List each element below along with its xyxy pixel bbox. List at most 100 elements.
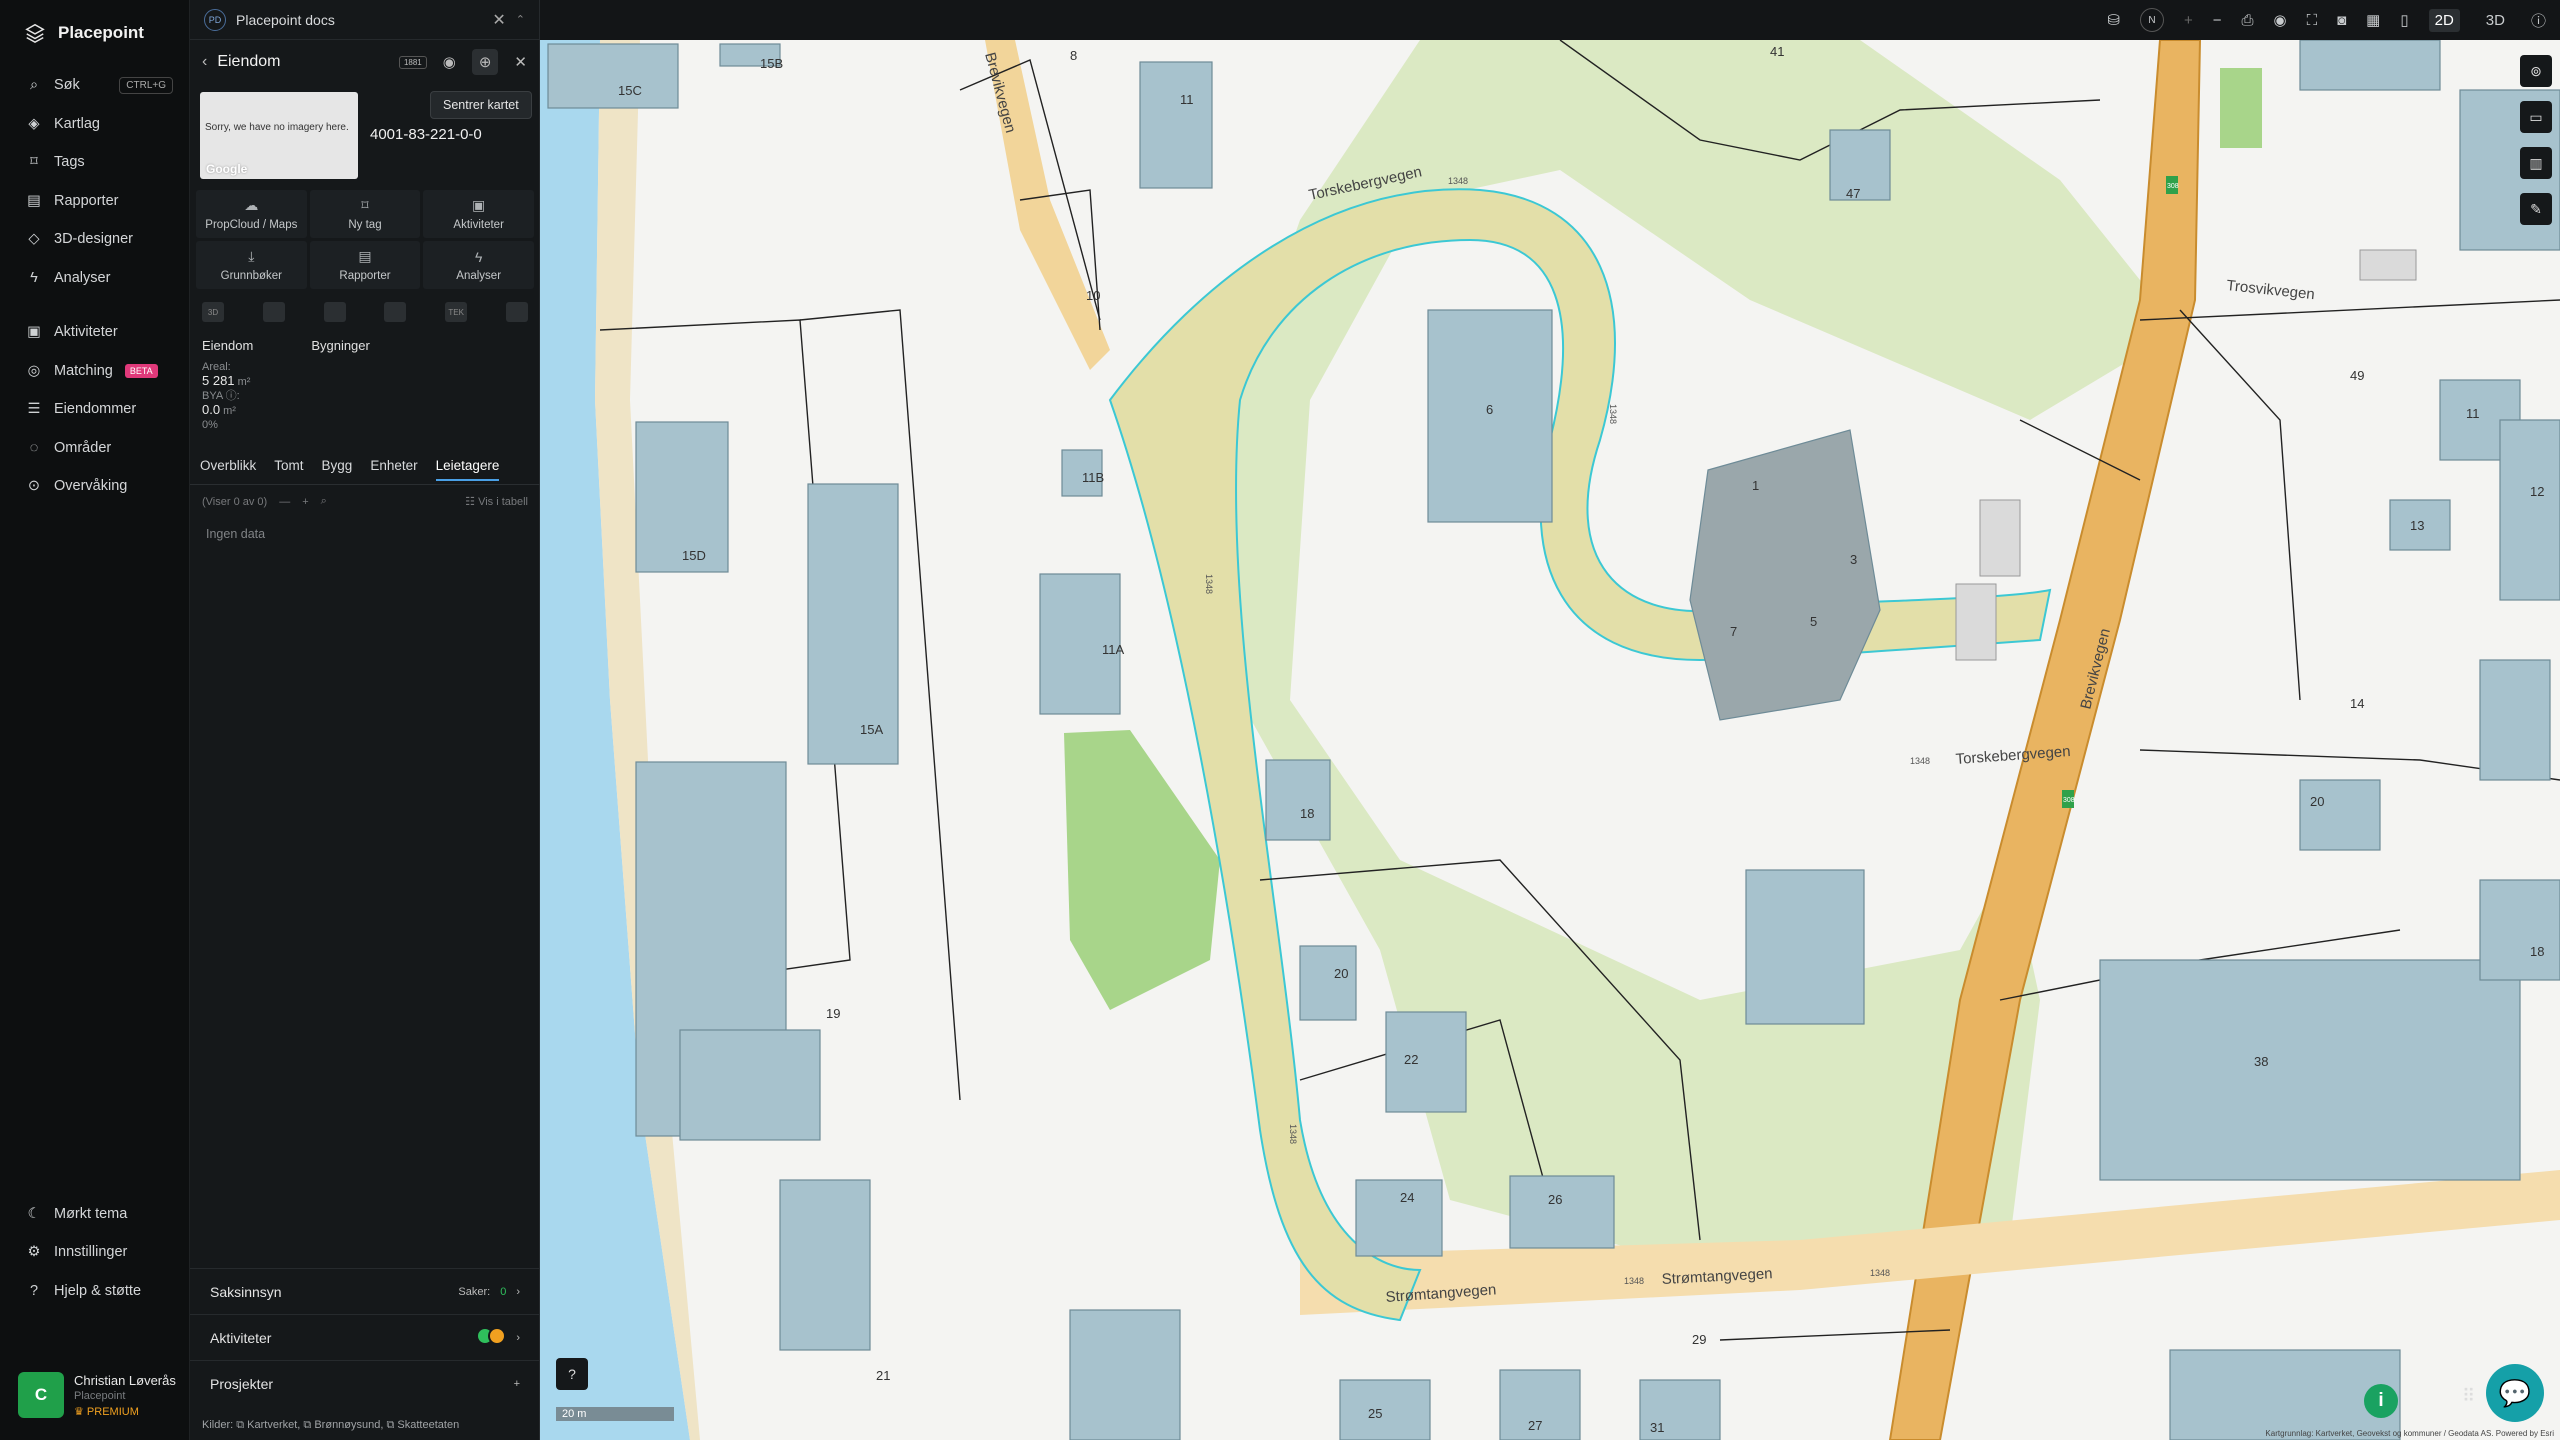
tab-enheter[interactable]: Enheter: [370, 458, 417, 481]
help-icon[interactable]: ?: [556, 1358, 588, 1390]
house-number: 20: [2310, 794, 2324, 809]
nav-item-overvåking[interactable]: ⊙ Overvåking: [0, 467, 189, 506]
section-aktiviteter[interactable]: Aktiviteter ›: [190, 1314, 540, 1360]
nav-item-3d-designer[interactable]: ◇ 3D-designer: [0, 220, 189, 259]
house-number: 15B: [760, 56, 783, 71]
grid-icon[interactable]: ▦: [2366, 11, 2380, 29]
mode-3d[interactable]: 3D: [2480, 9, 2511, 32]
map-layers-icon[interactable]: ⊚: [2520, 55, 2552, 87]
search-icon: ⌕: [29, 77, 39, 94]
action-ny-tag[interactable]: ⌑ Ny tag: [309, 190, 421, 238]
chat-button[interactable]: 💬: [2486, 1364, 2544, 1422]
map-svg: 15C15B811414710649111211B13571315D11A15A…: [540, 40, 2560, 1440]
tab-tomt[interactable]: Tomt: [274, 458, 303, 481]
info-icon[interactable]: ⓘ: [2531, 10, 2546, 31]
house-number: 26: [1548, 1192, 1562, 1207]
close-icon[interactable]: ✕: [514, 53, 527, 71]
action-rapporter[interactable]: ▤ Rapporter: [309, 241, 421, 289]
eye-icon[interactable]: ◉: [2273, 11, 2286, 29]
tab-divider: [190, 484, 540, 485]
plan-badge: ♛ PREMIUM: [74, 1405, 139, 1418]
nav-item-innstillinger[interactable]: ⚙ Innstillinger: [0, 1233, 190, 1272]
list-count: (Viser 0 av 0): [202, 495, 268, 508]
nav-item-søk[interactable]: ⌕ Søk CTRL+G: [0, 66, 189, 105]
back-icon[interactable]: ‹: [202, 53, 207, 71]
info-button[interactable]: i: [2364, 1384, 2398, 1418]
tab-bygg[interactable]: Bygg: [322, 458, 353, 481]
bya-label: BYA ⓘ:: [202, 390, 240, 402]
scale-bar: 20 m: [556, 1407, 674, 1421]
add-project-icon[interactable]: +: [514, 1378, 520, 1390]
zoom-in-icon[interactable]: +: [2184, 12, 2193, 29]
action-aktiviteter[interactable]: ▣ Aktiviteter: [423, 190, 534, 238]
action-grunnbøker[interactable]: ⤓ Grunnbøker: [196, 241, 307, 289]
subtab-bygninger[interactable]: Bygninger: [311, 338, 370, 353]
measure-icon[interactable]: ▭: [2520, 101, 2552, 133]
layers-stack-icon[interactable]: ⛁: [2107, 11, 2120, 29]
draw-icon[interactable]: ✎: [2520, 193, 2552, 225]
mode-2d[interactable]: 2D: [2428, 8, 2460, 32]
nav-item-eiendommer[interactable]: ☰ Eiendommer: [0, 390, 189, 429]
subtab-eiendom[interactable]: Eiendom: [202, 338, 253, 353]
nav-label: Områder: [54, 439, 112, 456]
eye-icon[interactable]: ◉: [443, 53, 456, 71]
nav-item-kartlag[interactable]: ◈ Kartlag: [0, 105, 189, 144]
source-kartverket[interactable]: ⧉ Kartverket,: [236, 1419, 300, 1431]
doc-header: PD Placepoint docs ✕ ⌃: [190, 0, 539, 40]
nav-item-matching[interactable]: ◎ Matching BETA: [0, 352, 189, 391]
layer-toggle[interactable]: [505, 302, 528, 322]
house-number: 15C: [618, 83, 642, 98]
tab-leietagere[interactable]: Leietagere: [435, 458, 500, 481]
section-prosjekter[interactable]: Prosjekter +: [190, 1360, 540, 1406]
chart-icon[interactable]: ▥: [2520, 147, 2552, 179]
print-icon[interactable]: ⎙: [2241, 12, 2253, 29]
doc-title[interactable]: Placepoint docs: [236, 12, 335, 28]
street-view-image[interactable]: Sorry, we have no imagery here. Google: [200, 92, 358, 179]
nav-item-mørkt-tema[interactable]: ☾ Mørkt tema: [0, 1195, 190, 1234]
center-map-icon[interactable]: ⊕: [471, 49, 499, 75]
route-number: 308: [2167, 183, 2179, 190]
map-view-icon[interactable]: 1881: [398, 55, 427, 69]
section-saksinnsyn[interactable]: Saksinnsyn Saker: 0 ›: [190, 1268, 540, 1314]
layer-toggle[interactable]: [262, 302, 285, 322]
image-placeholder-text: Sorry, we have no imagery here.: [205, 122, 349, 133]
layer-toggle[interactable]: [323, 302, 346, 322]
nav-item-rapporter[interactable]: ▤ Rapporter: [0, 182, 189, 221]
plus-icon[interactable]: +: [302, 496, 308, 508]
zoom-out-icon[interactable]: −: [2213, 12, 2222, 29]
shortcut-hint: CTRL+G: [119, 76, 173, 94]
nav-item-aktiviteter[interactable]: ▣ Aktiviteter: [0, 313, 189, 352]
house-number: 15A: [860, 722, 883, 737]
house-number: 14: [2350, 696, 2364, 711]
areal-value: 5 281: [202, 373, 235, 388]
bookmark-icon[interactable]: ▯: [2400, 11, 2408, 29]
action-analyser[interactable]: ϟ Analyser: [423, 241, 534, 289]
grip-icon[interactable]: ⠿: [2462, 1386, 2475, 1407]
brand-logo[interactable]: Placepoint: [0, 0, 189, 66]
minus-icon[interactable]: —: [279, 496, 290, 508]
nav-label: 3D-designer: [54, 231, 133, 248]
search-icon[interactable]: ⌕: [321, 495, 327, 508]
nav-item-hjelp-støtte[interactable]: ? Hjelp & støtte: [0, 1272, 190, 1311]
layer-toggle[interactable]: [384, 302, 407, 322]
house-number: 13: [2410, 518, 2424, 533]
nav-item-analyser[interactable]: ϟ Analyser: [0, 259, 189, 298]
close-doc-icon[interactable]: ✕: [492, 10, 505, 30]
layer-toggle[interactable]: 3D: [202, 302, 224, 322]
user-profile[interactable]: C Christian Løverås Placepoint ♛ PREMIUM: [18, 1372, 176, 1418]
source-bronnoysund[interactable]: ⧉ Brønnøysund,: [303, 1419, 383, 1431]
layer-toggle[interactable]: TEK: [445, 302, 468, 322]
north-compass[interactable]: N: [2139, 8, 2164, 32]
areal-label: Areal:: [202, 361, 231, 373]
table-toggle[interactable]: ☷ Vis i tabell: [465, 495, 528, 508]
nav-item-områder[interactable]: ◌ Områder: [0, 429, 189, 468]
tab-overblikk[interactable]: Overblikk: [200, 458, 256, 481]
nav-label: Hjelp & støtte: [54, 1282, 142, 1299]
source-skatteetaten[interactable]: ⧉ Skatteetaten: [387, 1419, 460, 1431]
fullscreen-icon[interactable]: ⛶: [2307, 12, 2318, 29]
action-propcloud-maps[interactable]: ☁ PropCloud / Maps: [196, 190, 307, 238]
chevron-updown-icon[interactable]: ⌃: [516, 13, 525, 26]
camera-icon[interactable]: ◙: [2337, 12, 2346, 29]
map-canvas[interactable]: 15C 15B 8 11 41 47 10 6 49 11 12 11B 1 3 5 7 13 15D 11A 15A…: [540, 40, 2560, 1440]
nav-item-tags[interactable]: ⌑ Tags: [0, 143, 189, 182]
